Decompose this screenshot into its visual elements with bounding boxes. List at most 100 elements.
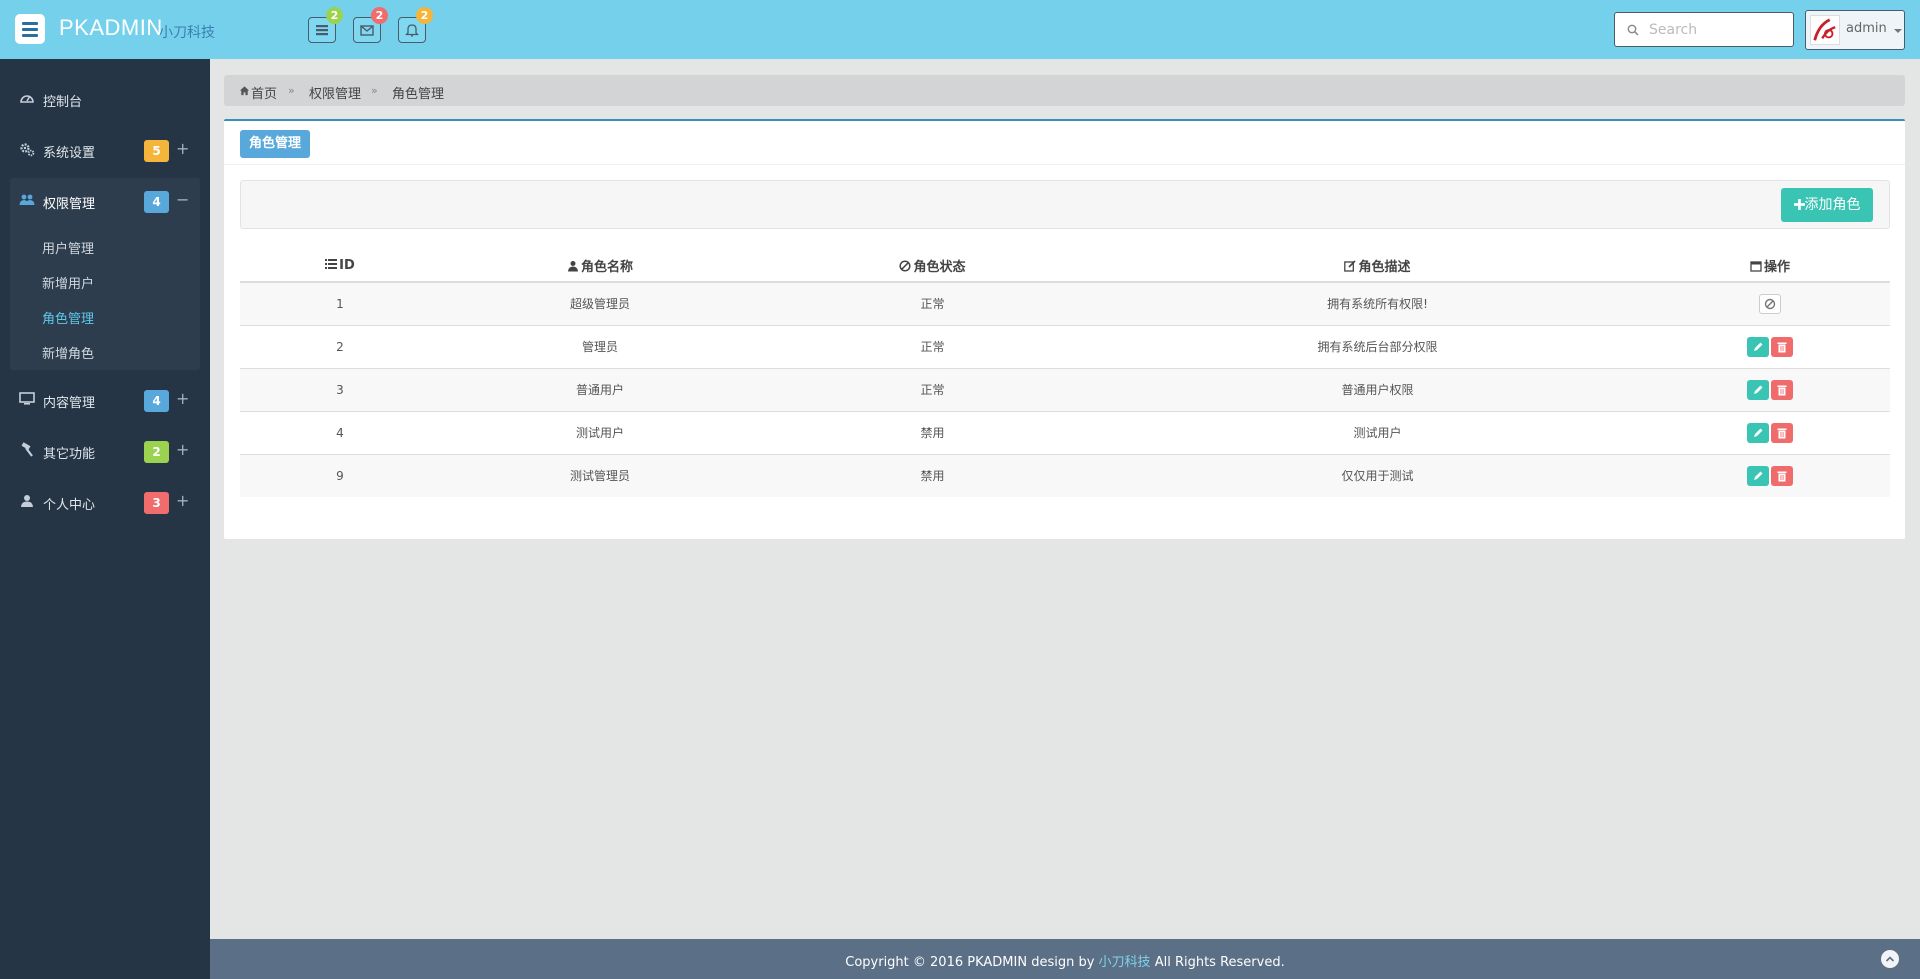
cell-status: 正常 xyxy=(760,281,1105,325)
chevron-up-icon xyxy=(1885,956,1895,962)
sidebar-item-permissions[interactable]: 权限管理 4 − xyxy=(0,181,210,221)
monitor-icon xyxy=(19,391,37,409)
table-row: 2 管理员 正常 拥有系统后台部分权限 xyxy=(240,324,1890,368)
cell-description: 仅仅用于测试 xyxy=(1105,453,1650,497)
table-row: 3 普通用户 正常 普通用户权限 xyxy=(240,367,1890,411)
cell-actions xyxy=(1650,324,1890,368)
panel-title: 角色管理 xyxy=(240,130,311,158)
delete-button[interactable] xyxy=(1771,465,1793,486)
sidebar-item-label: 内容管理 xyxy=(43,396,96,411)
home-icon xyxy=(239,86,250,96)
avatar xyxy=(1810,15,1840,45)
count-badge: 2 xyxy=(144,441,169,463)
cell-actions xyxy=(1650,410,1890,454)
cell-status: 正常 xyxy=(760,367,1105,411)
cell-actions xyxy=(1650,453,1890,497)
brand-logo[interactable]: PKADMIN xyxy=(59,15,163,41)
expand-icon[interactable]: + xyxy=(176,139,189,158)
pencil-icon xyxy=(1754,342,1763,351)
cell-status: 禁用 xyxy=(760,410,1105,454)
cell-name: 超级管理员 xyxy=(440,281,760,325)
breadcrumb-separator: » xyxy=(371,84,378,97)
cell-id: 9 xyxy=(240,453,440,497)
envelope-icon xyxy=(360,25,374,36)
sidebar-subitem-user-management[interactable]: 用户管理 xyxy=(42,238,94,257)
disable-button[interactable] xyxy=(1759,293,1781,314)
cell-description: 普通用户权限 xyxy=(1105,367,1650,411)
search-box xyxy=(1614,12,1794,47)
search-icon xyxy=(1627,24,1639,36)
column-header-id[interactable]: ID xyxy=(240,249,440,283)
cell-name: 测试用户 xyxy=(440,410,760,454)
footer-brand-link[interactable]: 小刀科技 xyxy=(1099,955,1151,970)
cell-actions xyxy=(1650,281,1890,325)
users-icon xyxy=(19,192,37,210)
cell-name: 管理员 xyxy=(440,324,760,368)
sidebar-subitem-add-user[interactable]: 新增用户 xyxy=(42,273,94,292)
sidebar-subitem-add-role[interactable]: 新增角色 xyxy=(42,343,94,362)
notifications-badge: 2 xyxy=(416,7,433,24)
cell-status: 正常 xyxy=(760,324,1105,368)
cell-id: 4 xyxy=(240,410,440,454)
sidebar-subitem-role-management[interactable]: 角色管理 xyxy=(42,308,94,327)
table-toolbar: 添加角色 xyxy=(240,180,1890,229)
sidebar-item-other[interactable]: 其它功能 2 + xyxy=(0,431,210,471)
pencil-icon xyxy=(1754,385,1763,394)
sidebar-item-dashboard[interactable]: 控制台 xyxy=(0,79,210,119)
copyright: Copyright © 2016 PKADMIN design by 小刀科技 … xyxy=(845,955,1285,970)
table-row: 4 测试用户 禁用 测试用户 xyxy=(240,410,1890,454)
caret-down-icon xyxy=(1894,29,1902,33)
pencil-icon xyxy=(1754,428,1763,437)
notifications-button[interactable]: 2 xyxy=(398,7,433,43)
brand-subtitle: 小刀科技 xyxy=(159,25,215,41)
count-badge: 5 xyxy=(144,140,169,162)
expand-icon[interactable]: + xyxy=(176,491,189,510)
cell-description: 测试用户 xyxy=(1105,410,1650,454)
column-header-actions[interactable]: 操作 xyxy=(1650,249,1890,283)
column-header-description[interactable]: 角色描述 xyxy=(1105,249,1650,283)
sidebar-item-label: 控制台 xyxy=(43,95,83,110)
sidebar-toggle-button[interactable] xyxy=(15,14,45,44)
count-badge: 4 xyxy=(144,191,169,213)
sidebar-item-content[interactable]: 内容管理 4 + xyxy=(0,380,210,420)
edit-button[interactable] xyxy=(1747,379,1769,400)
collapse-icon[interactable]: − xyxy=(176,190,189,209)
ban-icon xyxy=(1764,298,1776,309)
sidebar-item-label: 个人中心 xyxy=(43,498,96,513)
user-icon xyxy=(19,493,37,511)
cell-id: 3 xyxy=(240,367,440,411)
footer: Copyright © 2016 PKADMIN design by 小刀科技 … xyxy=(210,939,1920,979)
sidebar-item-label: 系统设置 xyxy=(43,146,96,161)
list-icon xyxy=(316,25,328,36)
edit-button[interactable] xyxy=(1747,422,1769,443)
hammer-icon xyxy=(19,442,37,460)
cell-id: 2 xyxy=(240,324,440,368)
edit-icon xyxy=(1344,259,1357,272)
delete-button[interactable] xyxy=(1771,336,1793,357)
user-menu[interactable]: admin xyxy=(1805,10,1905,50)
cell-status: 禁用 xyxy=(760,453,1105,497)
breadcrumb-level1[interactable]: 权限管理 xyxy=(309,83,361,102)
breadcrumb-separator: » xyxy=(288,84,295,97)
delete-button[interactable] xyxy=(1771,379,1793,400)
messages-button[interactable]: 2 xyxy=(353,7,388,43)
trash-icon xyxy=(1777,342,1787,352)
column-header-status[interactable]: 角色状态 xyxy=(760,249,1105,283)
edit-button[interactable] xyxy=(1747,465,1769,486)
add-role-button[interactable]: 添加角色 xyxy=(1781,188,1873,222)
delete-button[interactable] xyxy=(1771,422,1793,443)
expand-icon[interactable]: + xyxy=(176,440,189,459)
breadcrumb: 首页 » 权限管理 » 角色管理 xyxy=(224,75,1905,106)
breadcrumb-home[interactable]: 首页 xyxy=(251,83,277,102)
pencil-icon xyxy=(1754,471,1763,480)
sidebar-item-system-settings[interactable]: 系统设置 5 + xyxy=(0,130,210,170)
roles-panel: 角色管理 添加角色 ID 角色名称 角色状态 角色描述 操作 1 超级管理员 正… xyxy=(224,119,1905,539)
cell-name: 测试管理员 xyxy=(440,453,760,497)
expand-icon[interactable]: + xyxy=(176,389,189,408)
tasks-button[interactable]: 2 xyxy=(308,7,343,43)
edit-button[interactable] xyxy=(1747,336,1769,357)
search-input[interactable] xyxy=(1649,19,1789,41)
sidebar-item-profile[interactable]: 个人中心 3 + xyxy=(0,482,210,522)
scroll-to-top-button[interactable] xyxy=(1881,950,1899,968)
column-header-name[interactable]: 角色名称 xyxy=(440,249,760,283)
